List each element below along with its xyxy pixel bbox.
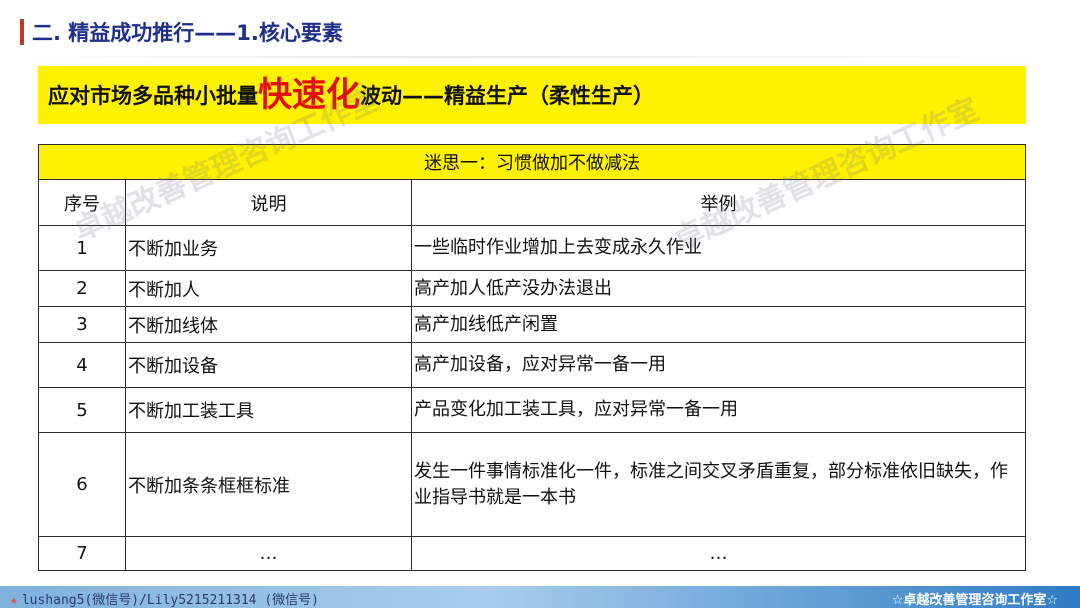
header-bar: 二. 精益成功推行——1.核心要素 [0,0,1080,62]
footer-studio-name: ☆卓越改善管理咨询工作室☆ [891,593,1058,608]
column-header-example: 举例 [410,179,1027,226]
table-row: 7 … … [38,536,1027,571]
row-description: 不断加条条框框标准 [125,432,412,537]
table-row: 4 不断加设备 高产加设备，应对异常一备一用 [38,342,1027,388]
row-example: 高产加人低产没办法退出 [410,270,1027,307]
table-row: 3 不断加线体 高产加线低产闲置 [38,306,1027,343]
headline-emphasis: 快速化 [258,75,360,115]
table-row: 5 不断加工装工具 产品变化加工装工具，应对异常一备一用 [38,387,1027,433]
row-number: 5 [38,387,126,433]
row-example: … [410,536,1027,571]
star-icon: ★ [10,593,18,608]
row-number: 7 [38,536,126,571]
column-header-number: 序号 [38,179,126,226]
myth-table: 迷思一：习惯做加不做减法 序号 说明 举例 1 不断加业务 一些临时作业增加上去… [37,144,1027,571]
page-title: 二. 精益成功推行——1.核心要素 [32,21,343,45]
myth-title-row: 迷思一：习惯做加不做减法 [37,144,1027,180]
headline-text: 应对市场多品种小批量快速化波动——精益生产（柔性生产） [48,76,654,115]
footer-bar: ★ lushang5(微信号)/Lily5215211314 (微信号) ☆卓越改… [0,586,1080,608]
row-description: 不断加线体 [125,306,412,343]
footer-contact: ★ lushang5(微信号)/Lily5215211314 (微信号) [10,589,319,608]
row-description: 不断加设备 [125,342,412,388]
myth-title: 迷思一：习惯做加不做减法 [37,144,1027,180]
table-row: 1 不断加业务 一些临时作业增加上去变成永久作业 [38,225,1027,271]
headline-banner: 应对市场多品种小批量快速化波动——精益生产（柔性生产） [38,66,1026,124]
row-number: 2 [38,270,126,307]
row-description: 不断加业务 [125,225,412,271]
footer-contact-text: lushang5(微信号)/Lily5215211314 (微信号) [21,593,319,608]
row-number: 6 [38,432,126,537]
row-number: 4 [38,342,126,388]
table-row: 6 不断加条条框框标准 发生一件事情标准化一件，标准之间交叉矛盾重复，部分标准依… [38,432,1027,537]
headline-prefix: 应对市场多品种小批量 [48,84,258,108]
row-description: … [125,536,412,571]
table-header-row: 序号 说明 举例 [38,179,1027,226]
row-example: 产品变化加工装工具，应对异常一备一用 [410,387,1027,433]
row-example: 一些临时作业增加上去变成永久作业 [410,225,1027,271]
row-example: 高产加设备，应对异常一备一用 [410,342,1027,388]
row-description: 不断加人 [125,270,412,307]
row-number: 3 [38,306,126,343]
row-example: 发生一件事情标准化一件，标准之间交叉矛盾重复，部分标准依旧缺失，作业指导书就是一… [410,432,1027,537]
column-header-description: 说明 [125,179,412,226]
row-description: 不断加工装工具 [125,387,412,433]
title-divider [0,56,1080,58]
table-row: 2 不断加人 高产加人低产没办法退出 [38,270,1027,307]
row-example: 高产加线低产闲置 [410,306,1027,343]
headline-suffix: 波动——精益生产（柔性生产） [360,84,654,108]
title-accent-bar [20,19,24,45]
row-number: 1 [38,225,126,271]
